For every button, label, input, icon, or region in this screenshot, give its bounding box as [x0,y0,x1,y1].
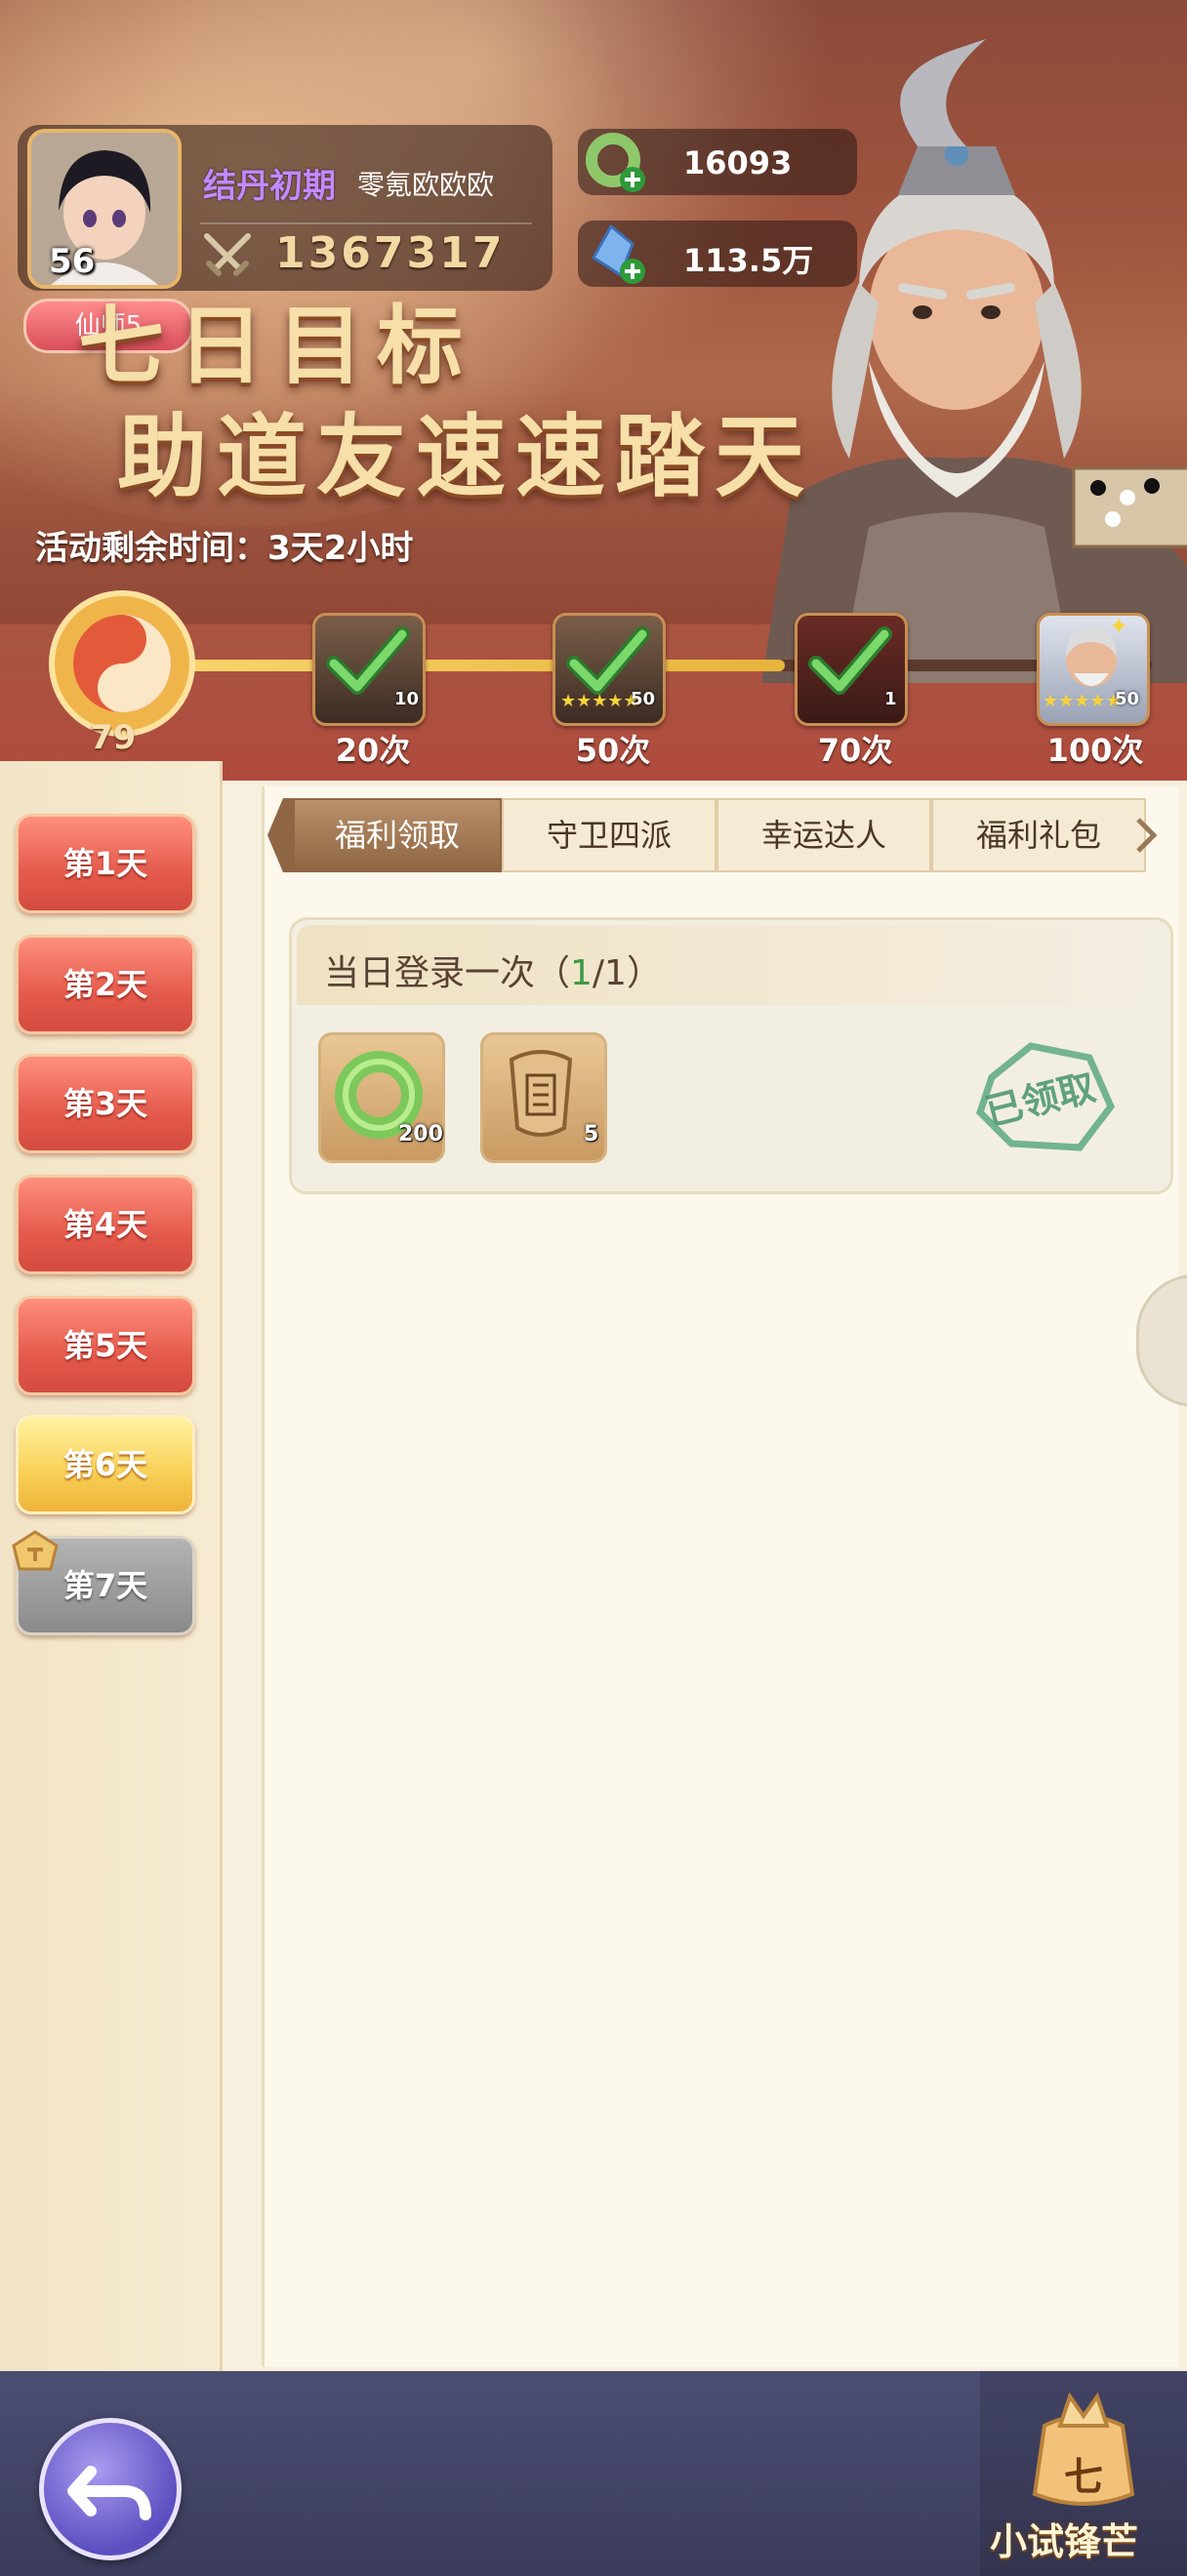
milestone-label: 100次 [1046,732,1144,769]
seven-badge-char: 七 [1064,2455,1103,2500]
milestone-count: 50 [631,689,656,709]
back-button[interactable] [39,2418,182,2560]
player-name: 零氪欧欧欧 [357,169,495,201]
time-remaining: 活动剩余时间：3天2小时 [35,529,414,568]
star-rating-icon: ★★★★★ [1043,691,1122,711]
progress-score: 79 [90,718,137,757]
tab-right-arrow-icon[interactable] [1132,816,1162,855]
tab-guard-sects[interactable]: 守卫四派 [502,798,716,872]
combat-power-value: 1367317 [275,228,506,278]
milestone-label: 70次 [817,732,893,769]
tab-lucky-master[interactable]: 幸运达人 [716,798,931,872]
player-realm: 结丹初期 [203,167,336,206]
crystal-plus-icon[interactable] [582,219,652,289]
star-rating-icon: ★★★★★ [560,691,639,711]
task-title-prefix: 当日登录一次（ [324,953,571,993]
day-button-3[interactable]: 第3天 [16,1054,195,1153]
day-button-6[interactable]: 第6天 [16,1415,195,1514]
crossed-swords-icon [204,233,251,276]
check-icon [808,626,892,695]
milestone-count: 50 [1115,689,1140,709]
reward-count: 200 [398,1122,443,1147]
tab-welfare-pack[interactable]: 福利礼包 [931,798,1146,872]
reward-count: 5 [584,1122,599,1147]
card-divider [200,222,532,224]
progress-fill [185,660,785,671]
event-title-line2: 助道友速速踏天 [117,404,815,509]
star-plus-icon: ✦ [1109,613,1129,640]
back-arrow-icon [67,2466,151,2520]
seven-badge-label: 小试锋芒 [990,2520,1139,2563]
milestone-label: 50次 [575,732,651,769]
lock-icon [12,1530,59,1571]
currency-crystal-value: 113.5万 [683,242,814,279]
milestone-label: 20次 [335,732,411,769]
jade-ring-plus-icon[interactable] [582,127,652,197]
milestone-count: 1 [884,689,897,709]
day-button-1[interactable]: 第1天 [16,814,195,913]
tab-welfare-claim[interactable]: 福利领取 [293,798,502,872]
task-progress-total: /1） [592,953,662,993]
day-button-2[interactable]: 第2天 [16,935,195,1034]
player-level: 56 [49,242,96,281]
day-button-4[interactable]: 第4天 [16,1175,195,1274]
day-button-5[interactable]: 第5天 [16,1296,195,1395]
task-title: 当日登录一次（1/1） [324,945,662,995]
event-title-line1: 七日目标 [78,295,477,396]
task-progress-done: 1 [570,953,593,993]
scroll-token-icon [509,1050,573,1137]
milestone-count: 10 [394,689,420,709]
currency-jade-value: 16093 [683,144,793,181]
